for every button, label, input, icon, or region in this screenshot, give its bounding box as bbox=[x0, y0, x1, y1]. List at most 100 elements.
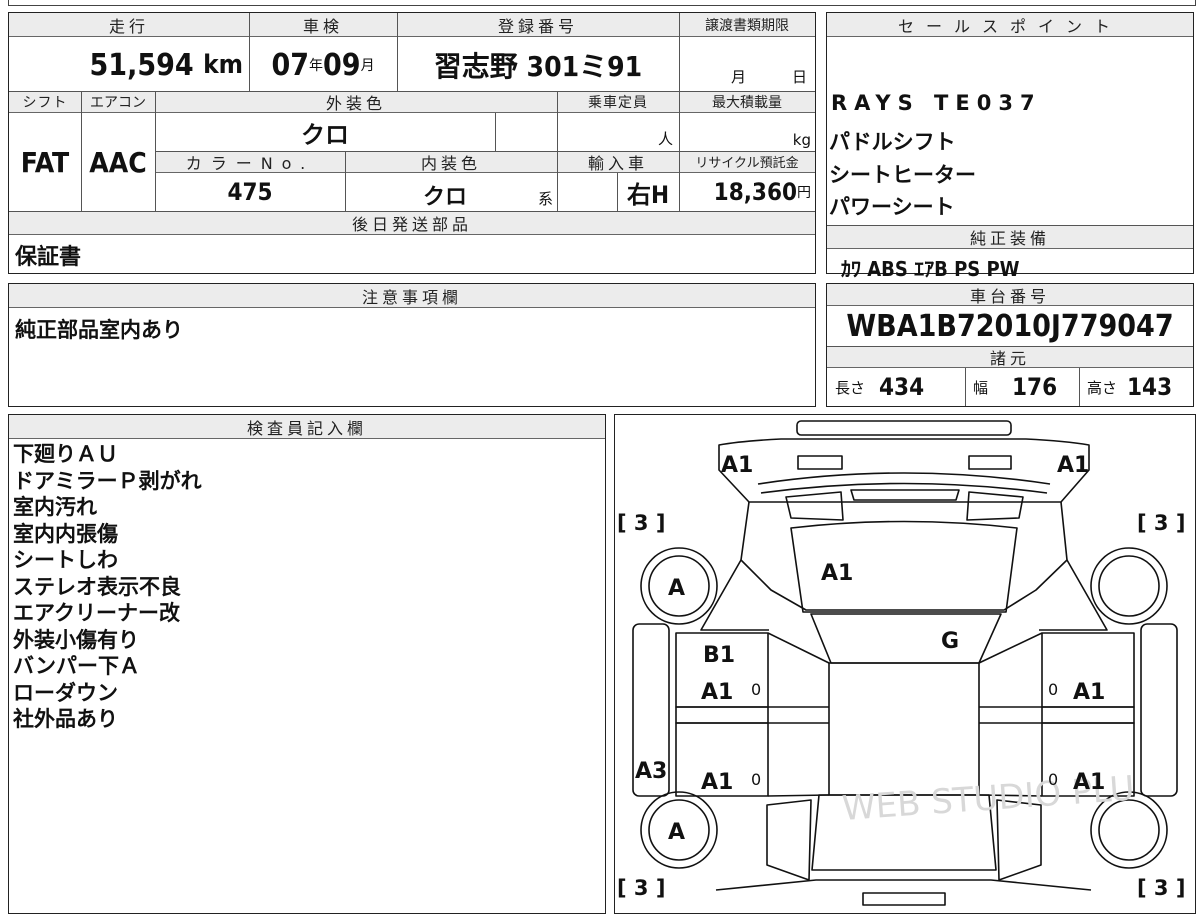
inspector-line-2: ドアミラーＰ剥がれ bbox=[13, 468, 202, 493]
capacity-header: 乗車定員 bbox=[557, 91, 679, 113]
transfer-deadline-value: 月 日 bbox=[679, 39, 815, 91]
recycle-value: 18,360 円 bbox=[679, 173, 815, 211]
height-label: 高さ bbox=[1087, 378, 1118, 397]
width-value: 176 bbox=[1012, 373, 1058, 401]
interior-color-text: クロ bbox=[423, 185, 468, 210]
chassis-header: 車台番号 bbox=[827, 284, 1193, 306]
sales-item-1: RAYS TE037 bbox=[831, 91, 1042, 115]
equipment-header: 純正装備 bbox=[827, 225, 1193, 249]
transfer-deadline-header: 譲渡書類期限 bbox=[679, 13, 815, 37]
mileage-value: 51,594 km bbox=[9, 39, 249, 91]
tire-depth-bl: [ 3 ] bbox=[617, 876, 665, 900]
front-grille-shape bbox=[796, 420, 1012, 436]
color-no-value: 475 bbox=[227, 178, 273, 206]
mark-door-rr: A1 bbox=[1073, 770, 1105, 795]
notes-panel: 注意事項欄 純正部品室内あり bbox=[8, 283, 816, 407]
inspector-line-5: シートしわ bbox=[13, 548, 118, 572]
mark-wheel-rear-left: A bbox=[668, 820, 685, 845]
sales-item-3: シートヒーター bbox=[829, 163, 976, 187]
inspector-line-10: ローダウン bbox=[13, 680, 118, 705]
inspector-line-1: 下廻りＡＵ bbox=[13, 442, 118, 466]
mark-front-right: A1 bbox=[1057, 453, 1089, 478]
front-bumper-shape bbox=[718, 438, 1090, 503]
mark-wheel-front-left: A bbox=[668, 576, 685, 601]
inspector-panel: 検査員記入欄 下廻りＡＵ ドアミラーＰ剥がれ 室内汚れ 室内内張傷 シートしわ … bbox=[8, 414, 606, 914]
exterior-color-extra bbox=[495, 113, 557, 151]
aircon-value: AAC bbox=[89, 145, 147, 179]
mileage-unit: km bbox=[203, 50, 243, 80]
inspection-year: 07 bbox=[271, 47, 309, 83]
load-unit: kg bbox=[792, 131, 811, 149]
mark-door-fr-zero: 0 bbox=[1048, 680, 1058, 699]
import-left bbox=[557, 173, 617, 211]
car-diagram-panel: WEB STUDIO PLU A1 A1 A1 G A A B1 A1 A1 A… bbox=[614, 414, 1196, 914]
spec-width: 幅 176 bbox=[965, 368, 1079, 406]
capacity-unit: 人 bbox=[657, 130, 673, 148]
registration-value: 習志野 301ミ91 bbox=[433, 50, 643, 83]
interior-color-header: 内装色 bbox=[345, 151, 557, 173]
recycle-fee: 18,360 bbox=[713, 178, 797, 206]
notes-header: 注意事項欄 bbox=[9, 284, 815, 308]
mark-windshield: G bbox=[941, 629, 959, 654]
width-label: 幅 bbox=[973, 378, 989, 397]
sales-points-header: セールスポイント bbox=[827, 13, 1193, 37]
later-parts-header: 後日発送部品 bbox=[9, 211, 815, 235]
max-load-header: 最大積載量 bbox=[679, 91, 815, 113]
car-diagram: WEB STUDIO PLU A1 A1 A1 G A A B1 A1 A1 A… bbox=[617, 420, 1185, 906]
inspector-line-9: バンパー下Ａ bbox=[13, 654, 141, 678]
inspection-value: 07 年 09 月 bbox=[249, 39, 397, 91]
mark-door-fl-2: A1 bbox=[701, 680, 733, 705]
mark-door-fl-1: B1 bbox=[703, 643, 735, 668]
roof-shape bbox=[810, 613, 1002, 664]
chassis-number: WBA1B72010J779047 bbox=[846, 308, 1174, 344]
side-sill-right bbox=[1140, 623, 1178, 797]
chassis-panel: 車台番号 WBA1B72010J779047 諸元 長さ 434 幅 176 高… bbox=[826, 283, 1194, 407]
wheel-front-right bbox=[1090, 547, 1168, 625]
mark-front-left: A1 bbox=[721, 453, 753, 478]
mark-door-rr-zero: 0 bbox=[1048, 770, 1058, 789]
tire-depth-tr: [ 3 ] bbox=[1137, 511, 1185, 535]
mark-door-fl-zero: 0 bbox=[751, 680, 761, 699]
sales-points-panel: セールスポイント RAYS TE037 パドルシフト シートヒーター パワーシー… bbox=[826, 12, 1194, 281]
notes-text: 純正部品室内あり bbox=[15, 318, 183, 342]
sales-item-2: パドルシフト bbox=[829, 130, 956, 154]
tire-depth-br: [ 3 ] bbox=[1137, 876, 1185, 900]
specs-header: 諸元 bbox=[827, 346, 1193, 368]
interior-color-suffix: 系 bbox=[537, 190, 553, 208]
height-value: 143 bbox=[1127, 373, 1173, 401]
mark-door-rl: A1 bbox=[701, 770, 733, 795]
vehicle-info-grid: 走行 車検 登録番号 譲渡書類期限 51,594 km 07 年 09 月 習志野 3… bbox=[8, 12, 816, 274]
spec-length: 長さ 434 bbox=[827, 368, 965, 406]
transfer-month: 月 bbox=[731, 68, 747, 86]
top-cut-strip bbox=[8, 0, 1196, 6]
mileage-number: 51,594 bbox=[89, 47, 194, 83]
mark-door-fr: A1 bbox=[1073, 680, 1105, 705]
inspector-line-8: 外装小傷有り bbox=[13, 627, 139, 652]
transfer-day: 日 bbox=[791, 68, 807, 86]
length-value: 434 bbox=[879, 373, 925, 401]
mileage-header: 走行 bbox=[9, 13, 249, 37]
shift-value: FAT bbox=[20, 145, 70, 179]
inspector-line-7: エアクリーナー改 bbox=[13, 601, 180, 625]
mark-door-rl-zero: 0 bbox=[751, 770, 761, 789]
capacity-value: 人 bbox=[557, 113, 679, 151]
mark-side-left: A3 bbox=[635, 759, 667, 784]
inspection-header: 車検 bbox=[249, 13, 397, 37]
interior-color-value: クロ 系 bbox=[345, 173, 557, 211]
import-header: 輸入車 bbox=[557, 151, 679, 173]
color-no-header: カラーNo. bbox=[155, 151, 345, 173]
length-label: 長さ bbox=[835, 378, 866, 397]
month-unit: 月 bbox=[360, 58, 375, 74]
later-parts-value: 保証書 bbox=[15, 245, 82, 270]
registration-header: 登録番号 bbox=[397, 13, 679, 37]
spec-height: 高さ 143 bbox=[1079, 368, 1193, 406]
recycle-header: リサイクル預託金 bbox=[679, 151, 815, 173]
exterior-color-value: クロ bbox=[301, 120, 349, 149]
inspector-line-11: 社外品あり bbox=[13, 707, 118, 731]
inspector-line-6: ステレオ表示不良 bbox=[13, 574, 181, 599]
tire-depth-tl: [ 3 ] bbox=[617, 511, 665, 535]
aircon-header: エアコン bbox=[81, 91, 155, 113]
import-value: 右H bbox=[626, 180, 670, 209]
inspection-month: 09 bbox=[323, 47, 361, 83]
max-load-value: kg bbox=[679, 113, 815, 151]
